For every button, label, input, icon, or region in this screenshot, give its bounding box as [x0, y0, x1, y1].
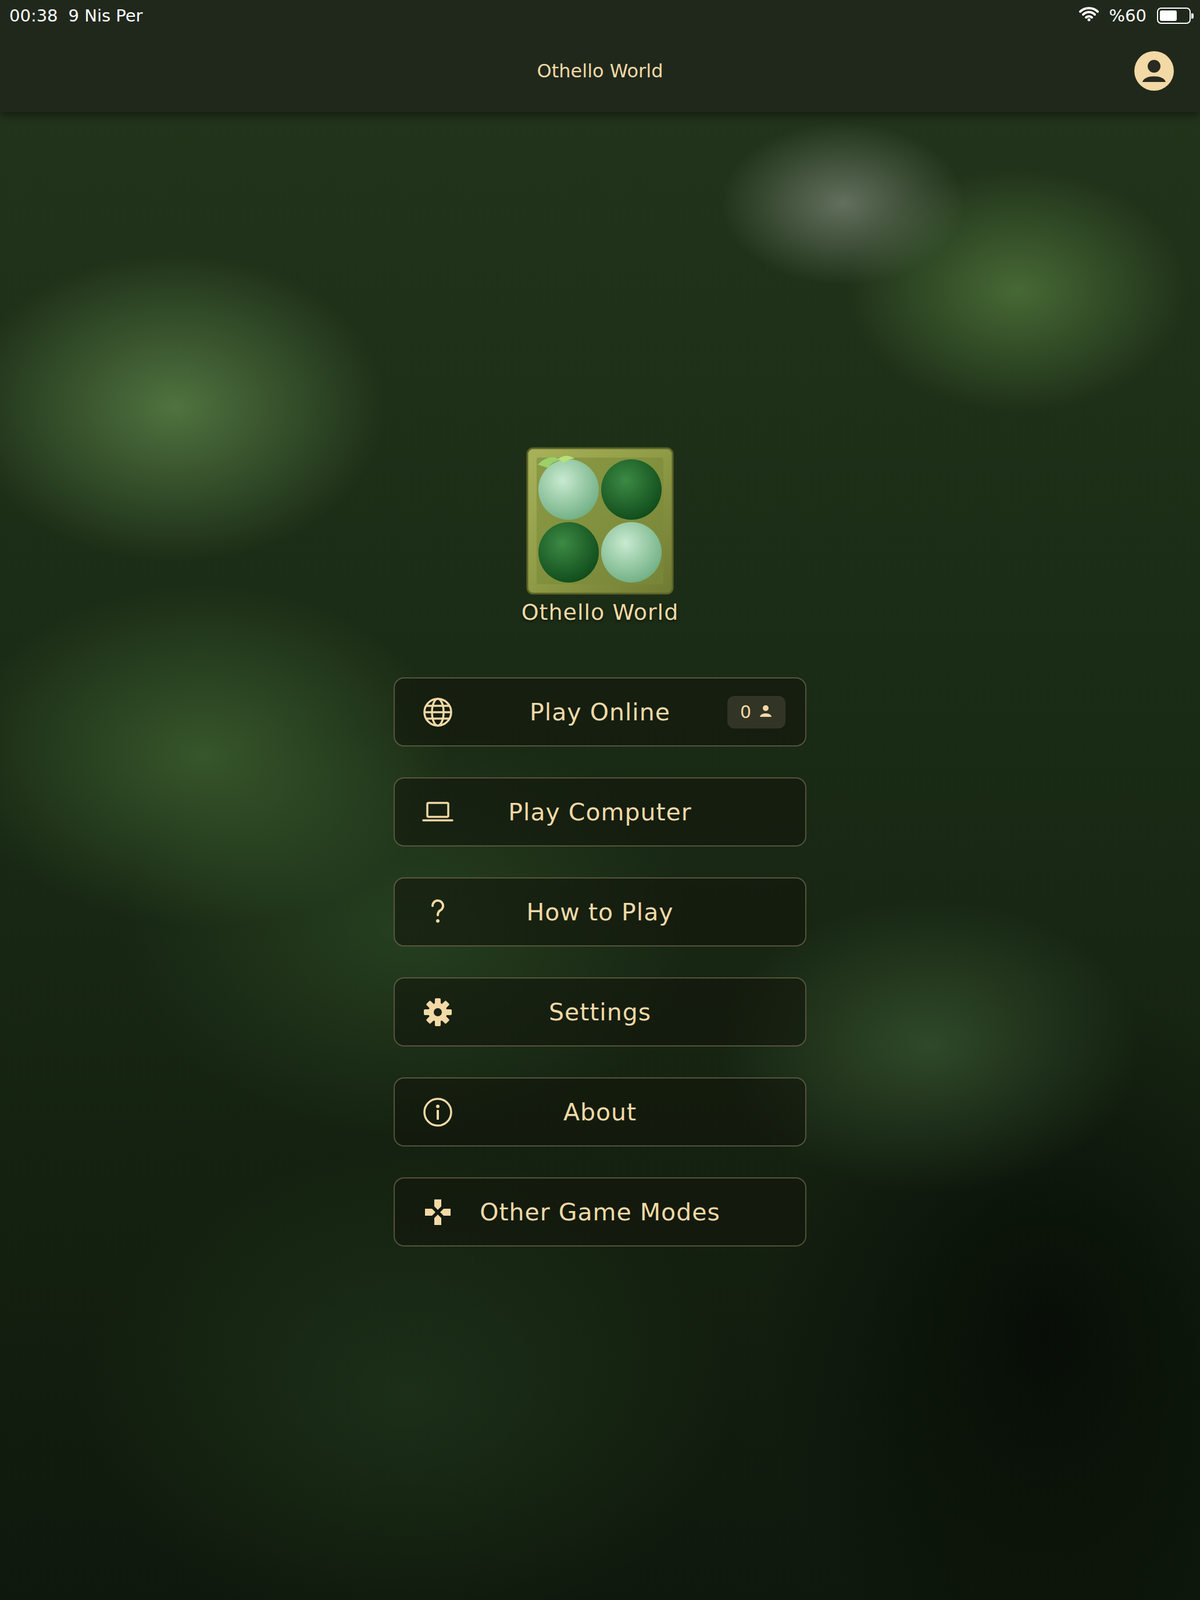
status-bar: 00:38 9 Nis Per %60: [0, 0, 1200, 30]
date: 9 Nis Per: [68, 5, 144, 26]
info-icon: [421, 1095, 455, 1129]
menu-button[interactable]: Other Game Modes: [393, 1177, 807, 1247]
menu-label: About: [563, 1098, 637, 1127]
question-icon: [421, 895, 455, 929]
menu-label: How to Play: [526, 898, 674, 927]
app-name: Othello World: [521, 599, 680, 625]
top-bar: 00:38 9 Nis Per %60 Othello World: [0, 0, 1200, 113]
menu-label: Play Online: [529, 698, 671, 727]
online-count-badge: 0: [727, 695, 786, 729]
battery-fill: [1159, 10, 1177, 21]
nav-bar: Othello World: [0, 29, 1200, 113]
app-logo-icon: [526, 447, 674, 595]
profile-icon[interactable]: [1133, 50, 1175, 92]
menu-button[interactable]: Settings: [393, 977, 807, 1047]
battery-icon: [1156, 7, 1191, 24]
gamepad-icon: [421, 1195, 455, 1229]
online-count: 0: [740, 701, 752, 723]
menu-button[interactable]: Play Online 0: [393, 677, 807, 747]
menu-button[interactable]: How to Play: [393, 877, 807, 947]
wifi-icon: [1079, 5, 1099, 26]
person-icon: [758, 701, 773, 723]
menu-button[interactable]: About: [393, 1077, 807, 1147]
menu-button[interactable]: Play Computer: [393, 777, 807, 847]
menu-label: Other Game Modes: [479, 1198, 721, 1227]
gear-icon: [421, 995, 455, 1029]
nav-title: Othello World: [537, 59, 664, 82]
globe-icon: [421, 695, 455, 729]
menu-list: Play Online 0 Play Computer How to Play Sett…: [393, 677, 807, 1247]
menu-label: Play Computer: [508, 798, 692, 827]
menu-label: Settings: [548, 998, 652, 1027]
laptop-icon: [421, 795, 455, 829]
main-menu: Othello World Play Online 0 Play Computer Ho…: [0, 112, 1200, 1247]
battery-percent: %60: [1109, 5, 1147, 26]
time: 00:38: [9, 5, 59, 26]
